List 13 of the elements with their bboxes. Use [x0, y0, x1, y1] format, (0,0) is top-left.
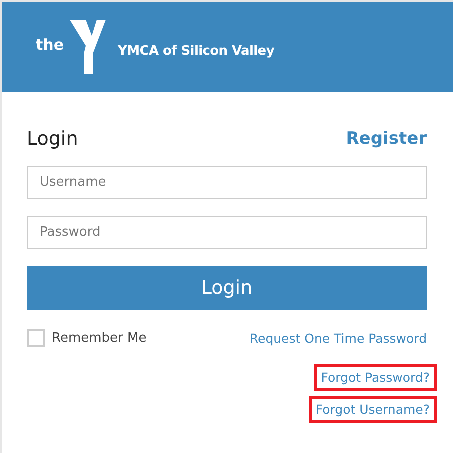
- login-title: Login: [27, 128, 78, 150]
- register-link[interactable]: Register: [346, 129, 427, 149]
- login-button[interactable]: Login: [27, 266, 427, 310]
- remember-checkbox[interactable]: [27, 329, 45, 347]
- forgot-username-link[interactable]: Forgot Username?: [308, 396, 437, 423]
- organization-name: YMCA of Silicon Valley: [118, 44, 274, 58]
- y-logo-icon: [70, 20, 106, 74]
- password-field[interactable]: Password: [27, 216, 427, 249]
- forgot-password-link[interactable]: Forgot Password?: [314, 364, 437, 391]
- logo-text: the: [36, 36, 64, 54]
- otp-link[interactable]: Request One Time Password: [250, 330, 427, 346]
- username-field[interactable]: Username: [27, 166, 427, 199]
- remember-label: Remember Me: [52, 330, 147, 346]
